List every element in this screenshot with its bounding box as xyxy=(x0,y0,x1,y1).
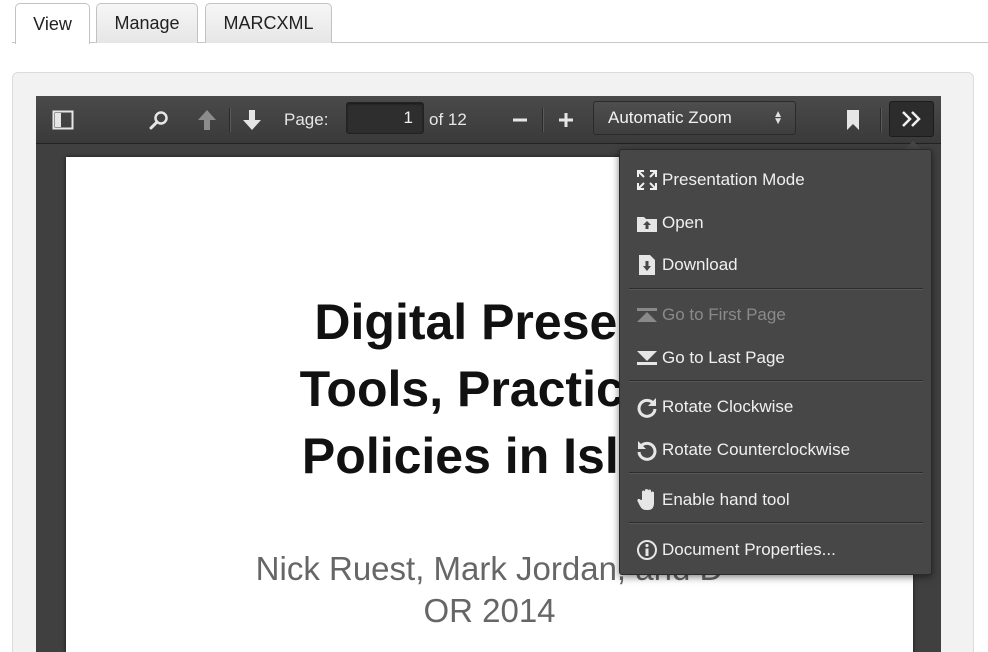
search-icon xyxy=(149,111,168,130)
viewer-toolbar: Page: of 12 Automatic Zoom ▲▼ xyxy=(36,96,941,144)
document-properties-label: Document Properties... xyxy=(662,540,836,559)
menu-separator xyxy=(629,288,923,289)
tab-view[interactable]: View xyxy=(15,3,90,44)
download-label: Download xyxy=(662,255,738,274)
menu-separator xyxy=(629,522,923,523)
open-label: Open xyxy=(662,213,704,232)
tab-view-label: View xyxy=(33,13,72,34)
menu-separator xyxy=(629,380,923,381)
zoom-out-icon xyxy=(513,118,527,122)
secondary-toolbar-menu: Presentation Mode Open Download Go to Fi… xyxy=(619,149,932,575)
menu-separator xyxy=(629,472,923,473)
download-icon xyxy=(634,252,660,278)
open-item[interactable]: Open xyxy=(634,206,924,240)
rotate-counterclockwise-label: Rotate Counterclockwise xyxy=(662,440,851,459)
presentation-mode-label: Presentation Mode xyxy=(662,170,805,189)
next-page-icon xyxy=(243,110,261,130)
bookmark-button[interactable] xyxy=(840,104,866,136)
tools-button[interactable] xyxy=(889,101,934,137)
rotate-clockwise-label: Rotate Clockwise xyxy=(662,397,794,416)
zoom-out-button[interactable] xyxy=(507,104,533,136)
sidebar-toggle-button[interactable] xyxy=(50,104,76,136)
download-item[interactable]: Download xyxy=(634,248,924,282)
previous-page-icon xyxy=(198,110,216,130)
tools-icon xyxy=(901,111,921,127)
tab-marcxml-label: MARCXML xyxy=(223,13,314,33)
info-icon xyxy=(634,537,660,563)
fullscreen-icon xyxy=(634,167,660,193)
hand-tool-item[interactable]: Enable hand tool xyxy=(634,483,924,517)
sidebar-toggle-icon xyxy=(52,110,74,130)
bookmark-icon xyxy=(847,110,859,130)
first-page-label: Go to First Page xyxy=(662,305,786,324)
find-button[interactable] xyxy=(146,104,172,136)
rotate-counterclockwise-icon xyxy=(634,437,660,463)
previous-page-button[interactable] xyxy=(194,104,220,136)
zoom-select[interactable]: Automatic Zoom ▲ ▼ xyxy=(593,101,796,135)
rotate-clockwise-icon xyxy=(634,394,660,420)
last-page-label: Go to Last Page xyxy=(662,348,785,367)
hand-tool-label: Enable hand tool xyxy=(662,490,790,509)
zoom-select-value: Automatic Zoom xyxy=(608,108,732,127)
rotate-counterclockwise-item[interactable]: Rotate Counterclockwise xyxy=(634,433,924,467)
record-tabs: View Manage MARCXML xyxy=(12,0,988,44)
page-label: Page: xyxy=(284,110,329,129)
document-properties-item[interactable]: Document Properties... xyxy=(634,533,924,567)
presentation-mode-item[interactable]: Presentation Mode xyxy=(634,163,924,197)
document-conference: OR 2014 xyxy=(423,592,556,629)
chevron-up-down-icon: ▲ ▼ xyxy=(773,109,783,127)
rotate-clockwise-item[interactable]: Rotate Clockwise xyxy=(634,390,924,424)
page-count: of 12 xyxy=(429,110,467,129)
open-folder-icon xyxy=(634,210,660,236)
first-page-icon xyxy=(634,302,660,328)
last-page-item[interactable]: Go to Last Page xyxy=(634,341,924,375)
last-page-icon xyxy=(634,345,660,371)
zoom-in-icon xyxy=(559,113,573,127)
first-page-item[interactable]: Go to First Page xyxy=(634,298,924,332)
hand-icon xyxy=(634,487,660,513)
tab-manage[interactable]: Manage xyxy=(96,3,198,43)
next-page-button[interactable] xyxy=(239,104,265,136)
page-number-input[interactable] xyxy=(346,102,424,134)
zoom-in-button[interactable] xyxy=(553,104,579,136)
tab-marcxml[interactable]: MARCXML xyxy=(205,3,332,43)
tab-manage-label: Manage xyxy=(114,13,180,33)
